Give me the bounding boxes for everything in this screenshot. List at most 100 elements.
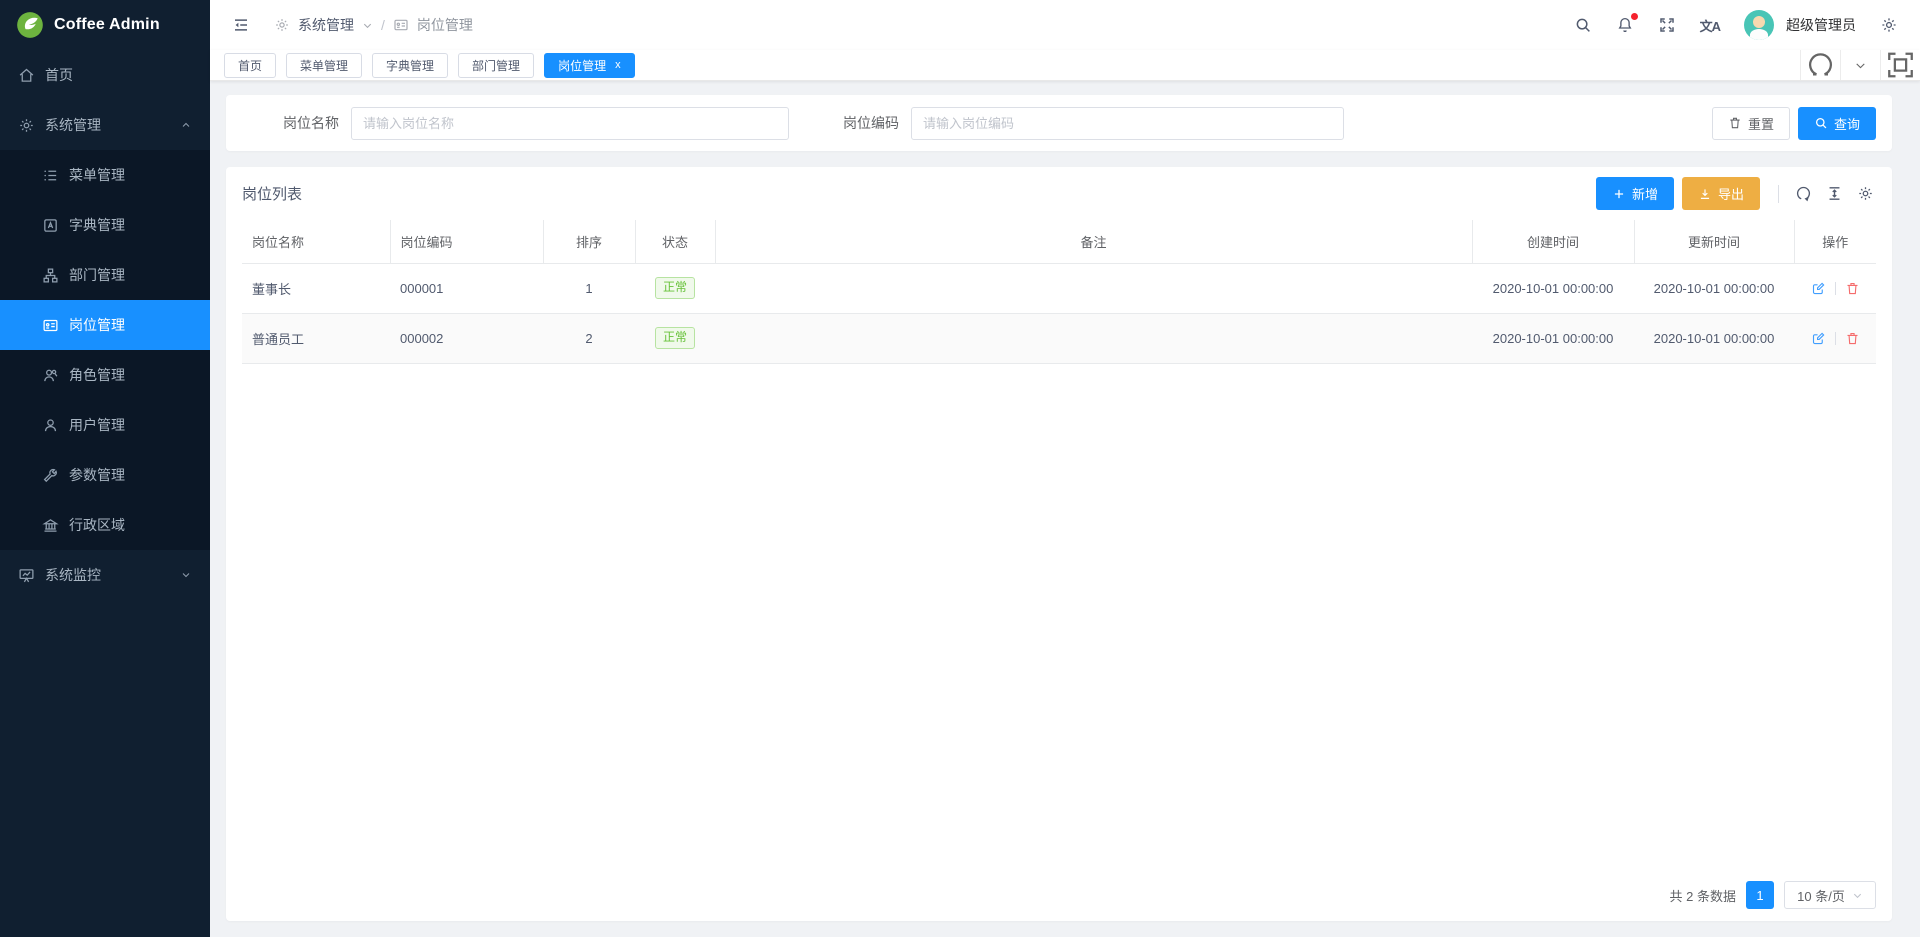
cell-status: 正常	[635, 313, 715, 363]
cell-remark	[715, 313, 1472, 363]
sidebar-item-dictionary-management[interactable]: 字典管理	[0, 200, 210, 250]
row-height-icon[interactable]	[1826, 185, 1843, 202]
username[interactable]: 超级管理员	[1786, 15, 1856, 35]
fullscreen-icon[interactable]	[1658, 16, 1676, 34]
page-size-select[interactable]: 10 条/页	[1784, 881, 1876, 909]
status-badge: 正常	[655, 327, 695, 350]
refresh-icon[interactable]	[1795, 185, 1812, 202]
action-divider	[1835, 282, 1836, 295]
reset-label: 重置	[1748, 114, 1774, 133]
leaf-logo-icon	[16, 11, 44, 39]
table-row: 董事长 000001 1 正常 2020-10-01 00:00:00 2020…	[242, 263, 1876, 313]
tab-menu-management[interactable]: 菜单管理	[286, 53, 362, 78]
edit-icon[interactable]	[1811, 331, 1826, 346]
sidebar-item-label: 系统监控	[45, 565, 101, 585]
tab-bar: 首页 菜单管理 字典管理 部门管理 岗位管理 x	[210, 50, 1920, 81]
main-area: 系统管理 / 岗位管理	[210, 0, 1920, 937]
search-icon[interactable]	[1574, 16, 1592, 34]
query-label: 查询	[1834, 114, 1860, 133]
settings-gear-icon[interactable]	[1880, 16, 1898, 34]
reset-button[interactable]: 重置	[1712, 107, 1790, 140]
col-sort: 排序	[543, 220, 635, 263]
col-actions: 操作	[1794, 220, 1876, 263]
sidebar-item-label: 行政区域	[69, 515, 125, 535]
menu-fold-icon[interactable]	[232, 16, 250, 34]
tab-close-icon[interactable]: x	[615, 60, 621, 71]
org-tree-icon	[42, 267, 59, 284]
post-table: 岗位名称 岗位编码 排序 状态 备注 创建时间 更新时间 操作 董事长	[242, 220, 1876, 364]
tab-dictionary-management[interactable]: 字典管理	[372, 53, 448, 78]
breadcrumb-page: 岗位管理	[417, 15, 473, 35]
edit-icon[interactable]	[1811, 281, 1826, 296]
sidebar-item-post-management[interactable]: 岗位管理	[0, 300, 210, 350]
chevron-down-icon	[1852, 890, 1863, 901]
cell-actions	[1794, 263, 1876, 313]
export-button[interactable]: 导出	[1682, 177, 1760, 210]
toolbar-divider	[1778, 185, 1779, 203]
cell-created: 2020-10-01 00:00:00	[1472, 313, 1634, 363]
cell-remark	[715, 263, 1472, 313]
col-remark: 备注	[715, 220, 1472, 263]
id-card-icon	[42, 317, 59, 334]
chevron-down-icon	[180, 569, 192, 581]
search-actions: 重置 查询	[1712, 107, 1876, 140]
sidebar-item-home[interactable]: 首页	[0, 50, 210, 100]
search-icon	[1814, 116, 1828, 130]
sidebar-item-system-management[interactable]: 系统管理	[0, 100, 210, 150]
col-status: 状态	[635, 220, 715, 263]
sidebar-item-label: 字典管理	[69, 215, 125, 235]
tab-options-chevron-icon[interactable]	[1840, 50, 1880, 80]
query-button[interactable]: 查询	[1798, 107, 1876, 140]
sidebar-item-label: 首页	[45, 65, 73, 85]
top-bar: 系统管理 / 岗位管理	[210, 0, 1920, 50]
sidebar-item-user-management[interactable]: 用户管理	[0, 400, 210, 450]
tab-label: 菜单管理	[300, 57, 348, 74]
cell-created: 2020-10-01 00:00:00	[1472, 263, 1634, 313]
tab-refresh-icon[interactable]	[1800, 50, 1840, 80]
tab-department-management[interactable]: 部门管理	[458, 53, 534, 78]
trash-icon	[1728, 116, 1742, 130]
page-1-button[interactable]: 1	[1746, 881, 1774, 909]
notification-bell[interactable]	[1616, 16, 1634, 34]
col-updated: 更新时间	[1634, 220, 1794, 263]
table-header: 岗位名称 岗位编码 排序 状态 备注 创建时间 更新时间 操作	[242, 220, 1876, 263]
sidebar-item-label: 岗位管理	[69, 315, 125, 335]
delete-icon[interactable]	[1845, 331, 1860, 346]
cell-sort: 1	[543, 263, 635, 313]
post-code-label: 岗位编码	[802, 113, 908, 133]
cell-post-name: 普通员工	[242, 313, 390, 363]
delete-icon[interactable]	[1845, 281, 1860, 296]
table-row: 普通员工 000002 2 正常 2020-10-01 00:00:00 202…	[242, 313, 1876, 363]
cell-post-name: 董事长	[242, 263, 390, 313]
sidebar-item-menu-management[interactable]: 菜单管理	[0, 150, 210, 200]
translate-icon[interactable]: 文A	[1700, 16, 1720, 35]
sidebar-item-admin-region[interactable]: 行政区域	[0, 500, 210, 550]
avatar-face	[1753, 16, 1765, 28]
column-settings-gear-icon[interactable]	[1857, 185, 1874, 202]
page-size-value: 10 条/页	[1797, 886, 1845, 905]
card-title: 岗位列表	[242, 183, 302, 204]
sidebar-item-label: 用户管理	[69, 415, 125, 435]
chevron-up-icon	[180, 119, 192, 131]
sidebar-submenu-system: 菜单管理 字典管理 部门管理	[0, 150, 210, 550]
cell-post-code: 000002	[390, 313, 543, 363]
tab-home[interactable]: 首页	[224, 53, 276, 78]
tab-post-management[interactable]: 岗位管理 x	[544, 53, 635, 78]
breadcrumb-section[interactable]: 系统管理	[298, 15, 354, 35]
avatar[interactable]	[1744, 10, 1774, 40]
add-button[interactable]: 新增	[1596, 177, 1674, 210]
sidebar-item-department-management[interactable]: 部门管理	[0, 250, 210, 300]
sidebar-item-parameter-management[interactable]: 参数管理	[0, 450, 210, 500]
tab-maximize-icon[interactable]	[1880, 50, 1920, 80]
post-code-input[interactable]	[911, 107, 1344, 140]
breadcrumb-separator: /	[381, 17, 385, 33]
post-name-input[interactable]	[351, 107, 789, 140]
list-icon	[42, 167, 59, 184]
tab-label: 字典管理	[386, 57, 434, 74]
sidebar-item-role-management[interactable]: 角色管理	[0, 350, 210, 400]
dictionary-icon	[42, 217, 59, 234]
avatar-body	[1750, 29, 1768, 40]
breadcrumb: 系统管理 / 岗位管理	[274, 15, 473, 35]
sidebar-item-system-monitor[interactable]: 系统监控	[0, 550, 210, 600]
chevron-down-icon	[362, 20, 373, 31]
